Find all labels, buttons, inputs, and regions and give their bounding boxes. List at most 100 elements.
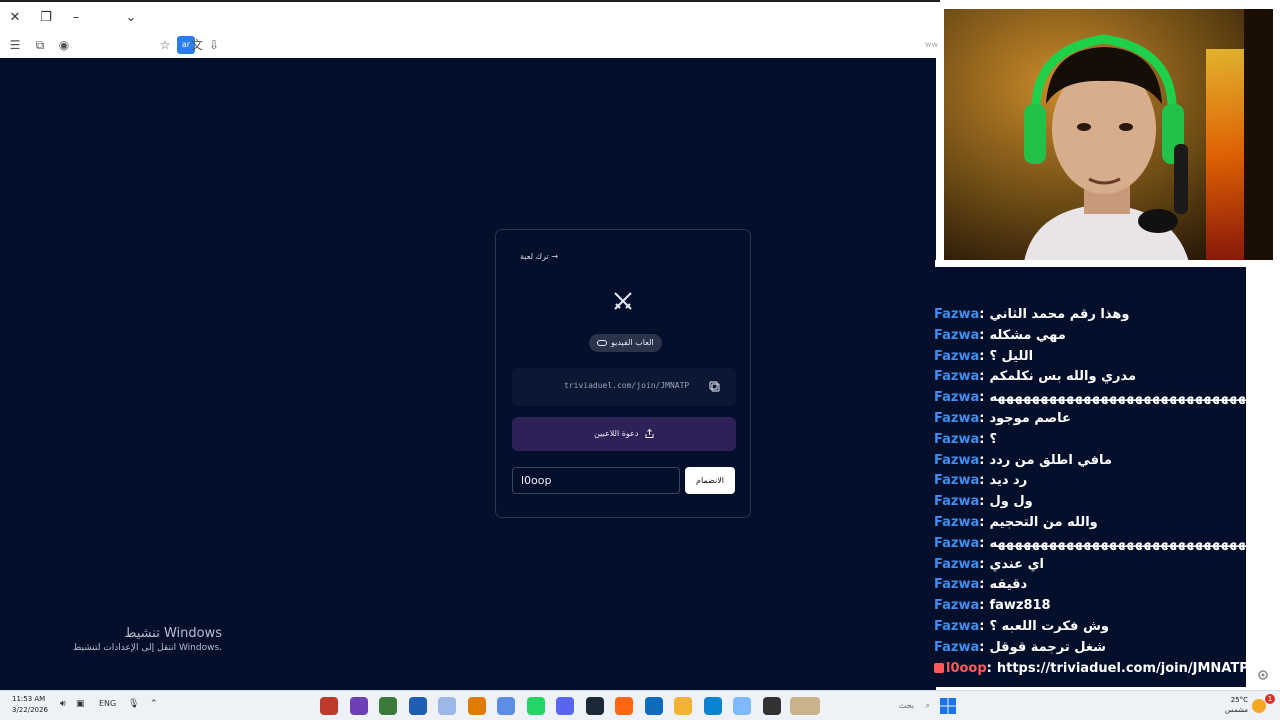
chat-message: Fazwa: ؟ (934, 430, 1246, 451)
temperature: 25°C (1230, 696, 1248, 704)
chat-message: l0oop: https://triviaduel.com/join/JMNATP (934, 659, 1246, 680)
chat-separator: : (979, 494, 985, 510)
chat-username[interactable]: Fazwa (934, 453, 979, 468)
chat-text: مدري والله بس نكلمكم (989, 369, 1137, 385)
chat-separator: : (979, 390, 985, 406)
gamepad-icon (597, 339, 607, 346)
chat-username[interactable]: Fazwa (934, 494, 979, 509)
chat-text: والله من التحجيم (989, 514, 1098, 530)
invite-link-box[interactable]: triviaduel.com/join/JMNATP (512, 368, 736, 406)
join-button[interactable]: الانضمام (685, 467, 735, 494)
app-icon-2[interactable] (349, 697, 368, 715)
chat-message: Fazwa: الليل ؟ (934, 347, 1246, 368)
chat-text: هههههههههههههههههههههههههههههههههههههههه… (989, 535, 1246, 551)
windows-start-icon[interactable] (940, 698, 956, 714)
chevron-up-icon[interactable]: ⌃ (150, 699, 158, 709)
leave-game-link[interactable]: ترك لعبة → (520, 252, 558, 261)
search-placeholder: بحث (898, 701, 914, 710)
chat-username[interactable]: Fazwa (934, 369, 979, 384)
chat-text: الليل ؟ (989, 348, 1034, 364)
app-icon-1[interactable] (320, 697, 338, 715)
chat-text: اي عندي (989, 556, 1044, 572)
chat-message: Fazwa:هههههههههههههههههههههههههههههههههه… (934, 388, 1246, 409)
chat-username[interactable]: Fazwa (934, 557, 979, 572)
download-icon[interactable]: ⇩ (205, 36, 223, 54)
chat-message: Fazwa:هههههههههههههههههههههههههههههههههه… (934, 534, 1246, 555)
webcam-feed (944, 9, 1273, 262)
windows-activation-watermark: تنشيط Windows انتقل إلى الإعدادات لتنشيط… (40, 626, 222, 653)
notification-badge[interactable]: 1 (1265, 694, 1275, 704)
language-indicator[interactable]: ENG (99, 699, 116, 708)
chat-username[interactable]: Fazwa (934, 536, 979, 551)
whatsapp-icon[interactable] (526, 697, 545, 715)
chat-text: وهذا رقم محمد الثاني (989, 307, 1130, 322)
chat-text: شغل ترجمة قوقل (989, 639, 1106, 655)
firefox-icon[interactable] (615, 697, 633, 715)
volume-icon[interactable]: 🔊︎ (60, 699, 66, 709)
app-icon-6[interactable] (467, 697, 486, 715)
extensions-icon[interactable]: ⧉ (31, 36, 49, 54)
stream-chat: Fazwa: وهذا رقم محمد الثاني Fazwa: مهي مشكل… (934, 267, 1246, 687)
app-icon-7[interactable] (497, 697, 515, 715)
chat-username[interactable]: Fazwa (934, 577, 979, 592)
copilot-icon[interactable] (733, 697, 751, 715)
chat-username[interactable]: Fazwa (934, 619, 979, 634)
chat-username[interactable]: l0oop (946, 661, 987, 676)
chat-separator: : (979, 556, 985, 572)
gear-icon[interactable] (1257, 669, 1269, 681)
chat-separator: : (979, 452, 985, 468)
chat-separator: : (979, 369, 985, 385)
restore-icon[interactable]: ❐ (36, 8, 56, 28)
steam-icon[interactable] (585, 697, 604, 715)
chat-text: مهي مشكله (989, 327, 1066, 343)
edge-icon[interactable] (703, 697, 722, 715)
chat-message: Fazwa: دقيقه (934, 575, 1246, 596)
chat-message-list: Fazwa: وهذا رقم محمد الثاني Fazwa: مهي مشكل… (934, 305, 1246, 679)
taskbar-clock[interactable]: 11:53 AM 3/22/2026 (12, 694, 48, 716)
chat-separator: : (979, 473, 985, 489)
search-icon: ⌕ (925, 701, 930, 710)
chat-text: عاصم موجود (989, 410, 1071, 426)
chevron-down-icon[interactable]: ⌄ (121, 8, 141, 28)
copy-icon[interactable] (709, 381, 720, 392)
invite-link-text: triviaduel.com/join/JMNATP (564, 381, 690, 390)
taskbar-search[interactable]: بحث ⌕ (832, 697, 932, 715)
player-name-input[interactable] (512, 467, 680, 494)
weather-widget[interactable]: 25°C مشمس (1218, 695, 1248, 715)
chat-username[interactable]: Fazwa (934, 473, 979, 488)
microphone-icon[interactable]: 🎙︎ (128, 699, 139, 709)
menu-icon[interactable]: ☰ (6, 36, 24, 54)
chat-username[interactable]: Fazwa (934, 390, 979, 405)
chat-separator: : (979, 535, 985, 551)
chat-username[interactable]: Fazwa (934, 598, 979, 613)
chat-username[interactable]: Fazwa (934, 432, 979, 447)
chat-username[interactable]: Fazwa (934, 307, 979, 322)
language-icon[interactable]: 文 (188, 36, 206, 54)
chat-username[interactable]: Fazwa (934, 411, 979, 426)
star-icon[interactable]: ☆ (156, 36, 174, 54)
widget-icon[interactable] (790, 697, 820, 715)
screen: ✕ ❐ – ⌄ ☰ ⧉ ◉ ☆ ar 文 ⇩ ww ترك لعبة → الع… (0, 0, 1280, 720)
folder-icon[interactable] (674, 697, 692, 715)
app-icon-5[interactable] (438, 697, 456, 715)
store-icon[interactable] (644, 697, 663, 715)
app-icon-3[interactable] (379, 697, 397, 715)
chat-separator: : (979, 639, 985, 655)
chat-username[interactable]: Fazwa (934, 328, 979, 343)
photoshop-icon[interactable] (408, 697, 427, 715)
chat-message: Fazwa: شغل ترجمة قوقل (934, 638, 1246, 659)
chat-username[interactable]: Fazwa (934, 640, 979, 655)
chat-username[interactable]: Fazwa (934, 515, 979, 530)
chat-text: fawz818 (989, 598, 1051, 614)
invite-players-button[interactable]: دعوة اللاعبين (512, 417, 736, 451)
minimize-icon[interactable]: – (66, 8, 86, 28)
activation-subtitle: انتقل إلى الإعدادات لتنشيط Windows. (73, 643, 222, 653)
chat-username[interactable]: Fazwa (934, 349, 979, 364)
close-icon[interactable]: ✕ (5, 8, 25, 28)
chat-message: Fazwa: والله من التحجيم (934, 513, 1246, 534)
network-icon[interactable]: ▣ (76, 699, 85, 709)
app-icon-16[interactable] (762, 697, 781, 715)
badge-icon[interactable]: ◉ (55, 36, 73, 54)
chat-message: Fazwa: وهذا رقم محمد الثاني (934, 305, 1246, 326)
discord-icon[interactable] (556, 697, 574, 715)
